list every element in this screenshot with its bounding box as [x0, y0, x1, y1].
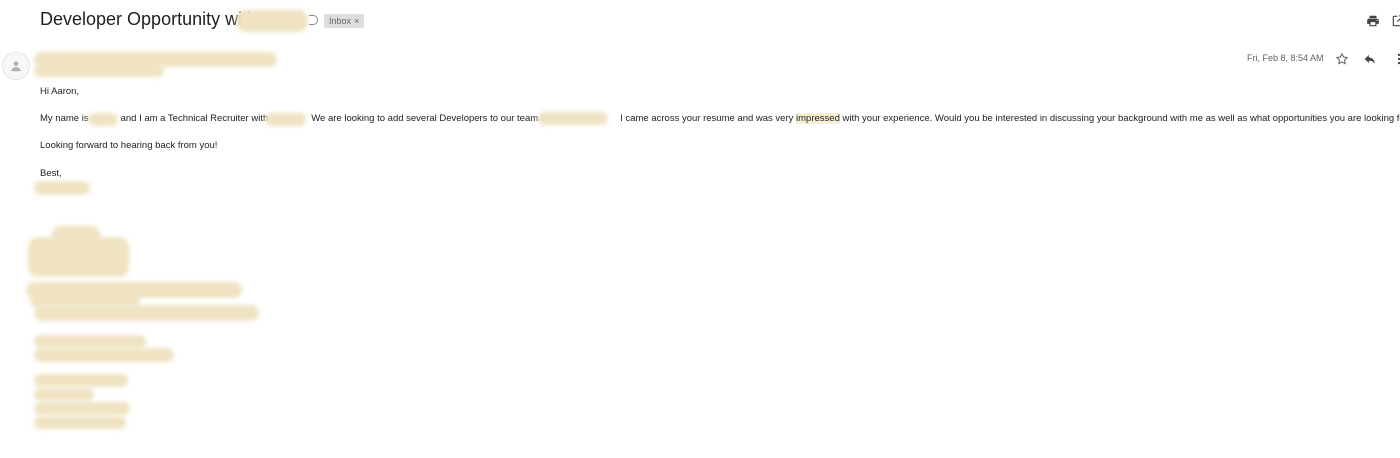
paragraph-part: We are looking to add several Developers… — [311, 113, 549, 124]
more-vertical-icon[interactable] — [1390, 50, 1400, 68]
redacted-location — [538, 112, 608, 125]
label-text: Inbox — [329, 16, 352, 26]
paragraph-part: I came across your resume and was very — [620, 113, 794, 124]
person-icon — [11, 61, 21, 72]
paragraph-part: and I am a Technical Recruiter with — [120, 113, 269, 124]
redacted-company-name — [236, 10, 308, 32]
greeting: Hi Aaron, — [40, 86, 80, 97]
redacted-company — [265, 113, 306, 126]
paragraph-part: My name is — [40, 113, 89, 124]
redacted-signature-contact — [34, 335, 146, 348]
highlighted-word: impressed — [796, 113, 840, 124]
remove-label-button[interactable]: × — [354, 16, 359, 26]
redacted-signature-logo — [28, 237, 129, 277]
paragraph-part: with your experience. Would you be inter… — [842, 113, 1400, 124]
body-paragraph-2: Looking forward to hearing back from you… — [40, 140, 218, 151]
sender-avatar — [2, 52, 30, 80]
redacted-recruiter-name — [88, 113, 118, 126]
redacted-sender-recipient — [34, 64, 164, 77]
signoff: Best, — [40, 168, 62, 179]
redacted-signature-contact — [34, 348, 174, 362]
body-paragraph-1: My name is and I am a Technical Recruiter… — [40, 113, 1400, 125]
redacted-signature-name — [34, 181, 90, 195]
redacted-signature-address — [34, 388, 94, 401]
email-subject: Developer Opportunity with — [40, 9, 257, 30]
redacted-signature-line — [34, 305, 259, 321]
message-date: Fri, Feb 8, 8:54 AM — [1247, 53, 1324, 63]
inbox-label-chip: Inbox × — [324, 14, 365, 28]
redacted-signature-address — [34, 416, 126, 429]
subject-text: Developer Opportunity with — [40, 9, 258, 29]
star-icon[interactable] — [1333, 50, 1351, 68]
redacted-signature-address — [34, 402, 130, 415]
open-in-new-window-icon[interactable] — [1389, 12, 1400, 30]
reply-icon[interactable] — [1361, 50, 1379, 68]
importance-marker-icon[interactable] — [309, 15, 318, 25]
print-icon[interactable] — [1364, 12, 1382, 30]
redacted-signature-address — [34, 374, 128, 387]
